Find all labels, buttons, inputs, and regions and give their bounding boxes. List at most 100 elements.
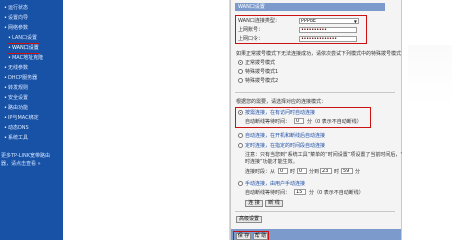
auto-disconnect-unit: 分（0 表示不自动断线） bbox=[307, 119, 362, 125]
sidebar-item-label: IP与MAC绑定 bbox=[7, 115, 39, 121]
bullet-icon: • bbox=[8, 45, 11, 51]
sidebar-item-label: 网络参数 bbox=[7, 25, 28, 31]
sidebar-item-wizard[interactable]: • 设置向导 bbox=[4, 14, 28, 23]
radio-special-dial-2[interactable] bbox=[238, 78, 243, 83]
timed-period-label: 连接时段：从 bbox=[245, 169, 276, 175]
sidebar-item-label: 无线参数 bbox=[7, 65, 28, 71]
connect-mode-hint: 根据您的需要，请选择对应的连接模式： bbox=[236, 99, 327, 105]
sidebar-item-routing[interactable]: • 路由功能 bbox=[4, 104, 28, 113]
wan-settings-panel: WAN口设置 WAN口连接类型： PPPoE ▼ 上网账号： •••••••••… bbox=[230, 0, 408, 240]
sidebar-item-label: 运行状态 bbox=[7, 5, 28, 11]
hour-unit: 时 bbox=[334, 169, 340, 175]
wan-type-label: WAN口连接类型： bbox=[238, 18, 280, 24]
divider bbox=[235, 92, 395, 93]
sidebar-item-dhcp[interactable]: • DHCP服务器 bbox=[4, 74, 37, 83]
advanced-settings-button[interactable]: 高级设置 bbox=[236, 216, 262, 223]
bullet-icon: • bbox=[4, 5, 7, 11]
bullet-icon: • bbox=[8, 35, 11, 41]
timed-note-line: 注意：只有当您到“系统工具”菜单的“时间设置”项设置了当前时间后，“定 bbox=[245, 152, 408, 158]
sidebar-item-mac-clone[interactable]: • MAC地址克隆 bbox=[8, 54, 43, 63]
background-shade bbox=[408, 45, 452, 105]
password-field[interactable]: •••••••••••••• bbox=[299, 36, 357, 42]
sidebar-item-security[interactable]: • 安全设置 bbox=[4, 94, 28, 103]
help-button[interactable]: 帮 助 bbox=[253, 233, 268, 240]
sidebar-item-label: LAN口设置 bbox=[11, 35, 38, 41]
bullet-icon: • bbox=[4, 65, 7, 71]
sidebar-item-status[interactable]: • 运行状态 bbox=[4, 4, 28, 13]
minute-unit: 分 bbox=[355, 169, 361, 175]
radio-label: 正常拨号模式 bbox=[245, 60, 276, 66]
sidebar-item-label: 转发规则 bbox=[7, 85, 28, 91]
sidebar-item-label: 安全设置 bbox=[7, 95, 28, 101]
sidebar-item-system-tools[interactable]: • 系统工具 bbox=[4, 134, 28, 143]
password-label: 上网口令： bbox=[238, 36, 264, 42]
account-field[interactable]: •••••••••• bbox=[299, 27, 357, 33]
radio-label: 自动连接，在开机和断线后自动连接 bbox=[245, 133, 326, 139]
auto-disconnect-label: 自动断线等待时间： bbox=[245, 119, 291, 125]
sidebar-item-lan[interactable]: • LAN口设置 bbox=[8, 34, 37, 43]
sidebar-item-label: 系统工具 bbox=[7, 135, 28, 141]
auto-disconnect-input[interactable]: 0 bbox=[294, 118, 304, 124]
sidebar-item-wireless[interactable]: • 无线参数 bbox=[4, 64, 28, 73]
sidebar-item-label: 设置向导 bbox=[7, 15, 28, 21]
sidebar-item-label: 动态DNS bbox=[7, 125, 29, 131]
radio-label: 定时连接，在指定的时间段自动连接 bbox=[245, 143, 326, 149]
sidebar-footer-link[interactable]: 更多TP-LINK宽带路由 器，请点击查看 » bbox=[1, 152, 50, 168]
radio-normal-dial[interactable] bbox=[238, 60, 243, 65]
timed-to-label: 分到 bbox=[309, 169, 320, 175]
sidebar-item-label: MAC地址克隆 bbox=[11, 55, 44, 61]
timed-note-line: 时连接”功能才能生效。 bbox=[245, 159, 298, 165]
radio-label: 特殊拨号模式2 bbox=[245, 78, 279, 84]
sidebar-item-network[interactable]: • 网络参数 bbox=[4, 24, 28, 33]
bullet-icon: • bbox=[4, 115, 7, 121]
bullet-icon: • bbox=[4, 105, 7, 111]
sidebar-item-label: WAN口设置 bbox=[11, 45, 39, 51]
bullet-icon: • bbox=[4, 75, 7, 81]
save-button[interactable]: 保 存 bbox=[236, 233, 251, 240]
sidebar-footer-line: 更多TP-LINK宽带路由 bbox=[1, 153, 51, 159]
radio-on-demand[interactable] bbox=[238, 110, 243, 115]
bullet-icon: • bbox=[4, 15, 7, 21]
radio-auto-connect[interactable] bbox=[238, 133, 243, 138]
chevron-down-icon: ▼ bbox=[353, 19, 357, 24]
radio-timed-connect[interactable] bbox=[238, 143, 243, 148]
special-dial-hint: 如果正常拨号模式下无法连接成功，请依次尝试下列模式中的特殊拨号模式： bbox=[236, 51, 407, 57]
timed-from-hour-input[interactable]: 0 bbox=[278, 168, 288, 174]
sidebar-item-ddns[interactable]: • 动态DNS bbox=[4, 124, 29, 133]
bullet-icon: • bbox=[4, 125, 7, 131]
manual-disconnect-input[interactable]: 15 bbox=[294, 189, 306, 195]
sidebar-nav: • 运行状态 • 设置向导 • 网络参数 • LAN口设置 • WAN口设置 • MAC地址… bbox=[0, 0, 63, 240]
wan-type-value: PPPoE bbox=[301, 18, 317, 24]
manual-disconnect-unit: 分（0 表示不自动断线） bbox=[309, 190, 364, 196]
connect-button[interactable]: 连 接 bbox=[245, 200, 263, 207]
timed-to-min-input[interactable]: 59 bbox=[341, 168, 353, 174]
account-label: 上网账号： bbox=[238, 27, 264, 33]
sidebar-item-forwarding[interactable]: • 转发规则 bbox=[4, 84, 28, 93]
bullet-icon: • bbox=[4, 85, 7, 91]
right-blank-area bbox=[402, 0, 459, 240]
bullet-icon: • bbox=[8, 55, 11, 61]
divider bbox=[235, 211, 395, 212]
sidebar-item-ip-mac-binding[interactable]: • IP与MAC绑定 bbox=[4, 114, 39, 123]
panel-title: WAN口设置 bbox=[235, 3, 385, 11]
sidebar-footer-line: 器，请点击查看 » bbox=[1, 161, 41, 167]
sidebar-item-label: 路由功能 bbox=[7, 105, 28, 111]
bullet-icon: • bbox=[4, 95, 7, 101]
bullet-icon: • bbox=[4, 135, 7, 141]
sidebar-item-label: DHCP服务器 bbox=[7, 75, 38, 81]
disconnect-button[interactable]: 断 线 bbox=[265, 200, 283, 207]
sidebar-item-wan[interactable]: • WAN口设置 bbox=[7, 43, 40, 54]
timed-to-hour-input[interactable]: 23 bbox=[320, 168, 332, 174]
wan-type-select[interactable]: PPPoE ▼ bbox=[299, 18, 359, 24]
radio-manual-connect[interactable] bbox=[238, 181, 243, 186]
hour-unit: 时 bbox=[290, 169, 296, 175]
radio-label: 手动连接，由用户手动连接 bbox=[245, 181, 306, 187]
radio-special-dial-1[interactable] bbox=[238, 69, 243, 74]
timed-from-min-input[interactable]: 0 bbox=[297, 168, 307, 174]
bullet-icon: • bbox=[4, 25, 7, 31]
radio-label: 按需连接，在有访问时自动连接 bbox=[245, 110, 316, 116]
panel-footer-bar: 保 存 帮 助 bbox=[231, 229, 401, 240]
radio-label: 特殊拨号模式1 bbox=[245, 69, 279, 75]
content-gap bbox=[63, 0, 230, 240]
manual-disconnect-label: 自动断线等待时间： bbox=[245, 190, 291, 196]
